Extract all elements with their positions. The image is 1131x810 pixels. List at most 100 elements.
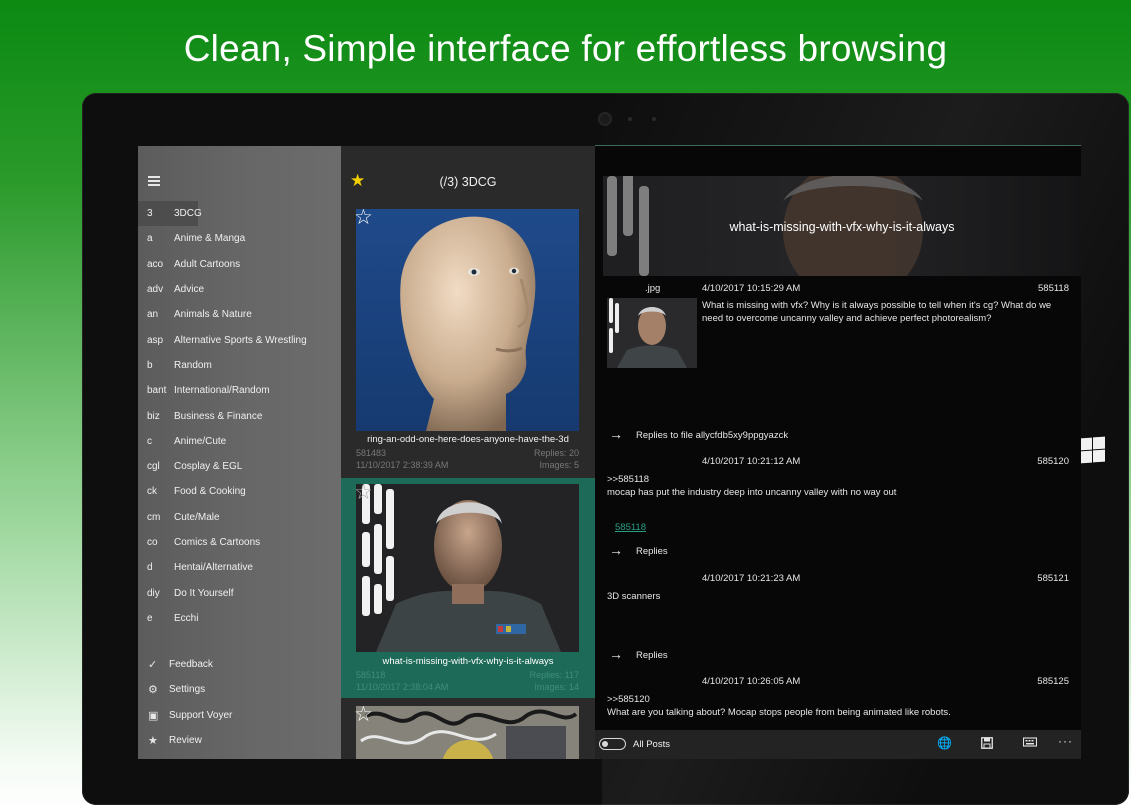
- board-name: Cosplay & EGL: [174, 461, 243, 473]
- command-bar: All Posts 🌐 ···: [595, 730, 1081, 759]
- favorite-star-icon[interactable]: ☆: [354, 207, 373, 228]
- board-name: Business & Finance: [174, 410, 263, 422]
- thread-images: Images: 5: [539, 460, 579, 470]
- board-name: Animals & Nature: [174, 309, 252, 321]
- sidebar-board-item[interactable]: e Ecchi: [138, 606, 341, 631]
- op-replies-link[interactable]: Replies to file allycfdb5xy9ppgyazck: [636, 430, 788, 441]
- sidebar-board-item[interactable]: an Animals & Nature: [138, 302, 341, 327]
- sidebar-board-item[interactable]: biz Business & Finance: [138, 403, 341, 428]
- sidebar-board-item[interactable]: adv Advice: [138, 277, 341, 302]
- keyboard-icon[interactable]: [1022, 737, 1038, 751]
- sidebar-board-item[interactable]: c Anime/Cute: [138, 429, 341, 454]
- reply-date: 4/10/2017 10:21:12 AM: [702, 456, 801, 467]
- menu-item-label: Settings: [169, 684, 206, 696]
- menu-item-label: Review: [169, 735, 202, 747]
- board-code: cgl: [147, 461, 160, 473]
- thread-date: 11/10/2017 2:38:04 AM: [356, 682, 449, 692]
- thread-hero-title: what-is-missing-with-vfx-why-is-it-alway…: [729, 220, 955, 234]
- save-icon[interactable]: [981, 737, 993, 752]
- op-file-extension: .jpg: [645, 283, 661, 294]
- thread-card[interactable]: ☆ ring-an-odd-one-here-does-anyone-have-…: [341, 206, 595, 478]
- board-code: e: [147, 612, 153, 624]
- thread-list: ★ (/3) 3DCG ☆ ring-an-odd-one-here-does-…: [341, 146, 595, 759]
- thread-title: what-is-missing-with-vfx-why-is-it-alway…: [382, 656, 554, 667]
- thread-images: Images: 14: [534, 682, 579, 692]
- board-code: b: [147, 359, 153, 371]
- menu-item-settings[interactable]: ⚙ Settings: [138, 677, 341, 702]
- sidebar-board-item[interactable]: asp Alternative Sports & Wrestling: [138, 327, 341, 352]
- headline: Clean, Simple interface for effortless b…: [183, 28, 948, 69]
- reply-number[interactable]: 585120: [1037, 456, 1069, 467]
- thread-thumbnail: [356, 484, 579, 652]
- reply-replies-link[interactable]: Replies: [636, 650, 668, 661]
- board-name: Adult Cartoons: [174, 258, 241, 270]
- camera-icon: [598, 112, 612, 126]
- arrow-right-icon[interactable]: →: [609, 647, 623, 661]
- sidebar-board-item[interactable]: b Random: [138, 353, 341, 378]
- board-code: c: [147, 435, 152, 447]
- thread-card[interactable]: ☆ what-is-missing-with-vfx-why-is-it-alw…: [341, 478, 595, 698]
- thread-date: 11/10/2017 2:38:39 AM: [356, 460, 449, 470]
- board-code: an: [147, 309, 159, 321]
- hamburger-icon[interactable]: [148, 176, 160, 186]
- sidebar-board-item[interactable]: co Comics & Cartoons: [138, 530, 341, 555]
- reply-date: 4/10/2017 10:26:05 AM: [702, 676, 801, 687]
- favorite-star-icon[interactable]: ☆: [354, 704, 373, 725]
- sensor-icon: [628, 117, 632, 121]
- board-code: 3: [147, 208, 153, 220]
- board-name: Alternative Sports & Wrestling: [174, 334, 307, 346]
- reply-date: 4/10/2017 10:21:23 AM: [702, 573, 801, 584]
- bottom-menu: ✓ Feedback ⚙ Settings ▣ Support Voyer ★ Review: [138, 652, 341, 753]
- board-code: d: [147, 562, 153, 574]
- reply-text: 3D scanners: [607, 591, 661, 602]
- board-code: co: [147, 537, 158, 548]
- thread-list-header: ★ (/3) 3DCG: [341, 146, 595, 206]
- menu-item-support-voyer[interactable]: ▣ Support Voyer: [138, 703, 341, 728]
- reply-quote[interactable]: >>585120: [607, 694, 650, 705]
- reply-number[interactable]: 585121: [1037, 573, 1069, 584]
- board-code: adv: [147, 284, 164, 296]
- sidebar-board-item[interactable]: diy Do It Yourself: [138, 580, 341, 605]
- sidebar-board-item[interactable]: ck Food & Cooking: [138, 479, 341, 504]
- menu-item-review[interactable]: ★ Review: [138, 728, 341, 753]
- menu-item-label: Support Voyer: [169, 709, 233, 721]
- board-name: International/Random: [174, 385, 270, 397]
- arrow-right-icon[interactable]: →: [609, 427, 623, 441]
- board-name: Anime/Cute: [174, 435, 227, 447]
- sidebar-board-item[interactable]: bant International/Random: [138, 378, 341, 403]
- favorite-star-icon[interactable]: ☆: [354, 482, 373, 503]
- reply-quote[interactable]: >>585118: [607, 474, 649, 485]
- reply-number[interactable]: 585125: [1037, 676, 1069, 687]
- sidebar-board-item[interactable]: cgl Cosplay & EGL: [138, 454, 341, 479]
- gear-icon: ⚙: [148, 684, 158, 697]
- all-posts-toggle[interactable]: [599, 738, 626, 750]
- thread-thumbnail: [356, 706, 579, 759]
- board-name: Cute/Male: [174, 511, 220, 523]
- sidebar-board-item[interactable]: d Hentai/Alternative: [138, 555, 341, 580]
- op-number[interactable]: 585118: [1038, 283, 1069, 294]
- more-icon[interactable]: ···: [1058, 734, 1073, 748]
- board-code: diy: [147, 587, 160, 599]
- arrow-right-icon[interactable]: →: [609, 543, 623, 557]
- board-name: Random: [174, 359, 212, 371]
- board-name: Do It Yourself: [174, 587, 234, 599]
- board-code: bant: [147, 385, 167, 397]
- sidebar-board-item[interactable]: aco Adult Cartoons: [138, 252, 341, 277]
- board-name: Comics & Cartoons: [174, 537, 261, 548]
- sidebar-board-item[interactable]: a Anime & Manga: [138, 226, 341, 251]
- thread-card[interactable]: ☆: [341, 698, 595, 759]
- sidebar-board-item[interactable]: cm Cute/Male: [138, 505, 341, 530]
- globe-icon[interactable]: 🌐: [937, 736, 952, 750]
- thread-thumbnail: [356, 209, 579, 431]
- post-pane: what-is-missing-with-vfx-why-is-it-alway…: [595, 146, 1081, 759]
- reply-replies-link[interactable]: Replies: [636, 546, 668, 557]
- backlink[interactable]: 585118: [615, 522, 646, 533]
- sidebar-board-item[interactable]: 3 3DCG: [138, 201, 341, 227]
- thread-post-number: 581483: [356, 448, 387, 458]
- op-image[interactable]: [607, 298, 697, 368]
- menu-item-feedback[interactable]: ✓ Feedback: [138, 652, 341, 677]
- board-code: biz: [147, 410, 160, 422]
- board-code: aco: [147, 258, 164, 270]
- menu-item-label: Feedback: [169, 659, 213, 671]
- reply-text: mocap has put the industry deep into unc…: [607, 487, 897, 498]
